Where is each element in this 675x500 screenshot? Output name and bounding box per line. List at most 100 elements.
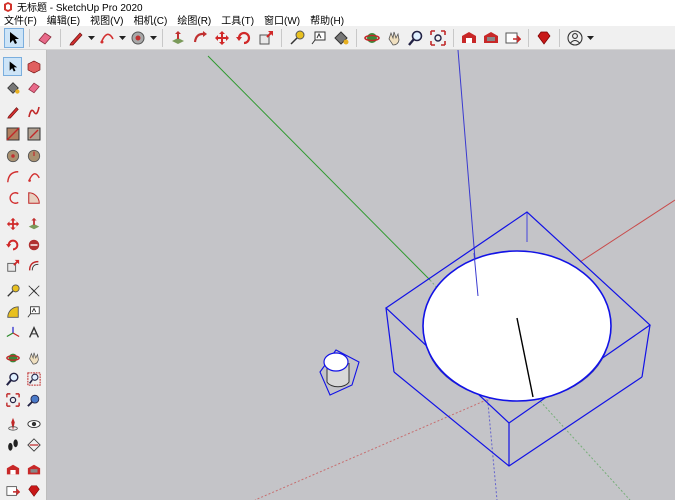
orbit-tool-button[interactable] bbox=[3, 348, 22, 367]
rotate-tool-button[interactable] bbox=[3, 235, 22, 254]
chevron-down-icon[interactable] bbox=[149, 28, 158, 48]
dimension-tool-button[interactable] bbox=[24, 281, 43, 300]
menu-tools[interactable]: 工具(T) bbox=[217, 12, 260, 27]
section-plane-tool-button[interactable] bbox=[24, 435, 43, 454]
offset-tool-button[interactable] bbox=[24, 256, 43, 275]
chevron-down-icon[interactable] bbox=[586, 28, 595, 48]
menu-file[interactable]: 文件(F) bbox=[0, 12, 43, 27]
tape-measure-icon bbox=[290, 30, 305, 45]
protractor-tool-button[interactable] bbox=[3, 302, 22, 321]
zoom-tool-button[interactable] bbox=[406, 28, 426, 48]
extension-manager-button[interactable] bbox=[534, 28, 554, 48]
extension-warehouse-button[interactable] bbox=[24, 460, 43, 479]
rotate-tool-button[interactable] bbox=[234, 28, 254, 48]
polygon-icon bbox=[27, 149, 40, 162]
3d-warehouse-button[interactable] bbox=[459, 28, 479, 48]
previous-view-tool-button[interactable] bbox=[24, 390, 43, 409]
rectangle-tool-button[interactable] bbox=[3, 124, 22, 143]
look-around-tool-button[interactable] bbox=[24, 414, 43, 433]
paint-bucket-tool-button[interactable] bbox=[331, 28, 351, 48]
layout-icon bbox=[5, 485, 20, 496]
select-tool-button[interactable] bbox=[4, 27, 24, 48]
zoom-tool-button[interactable] bbox=[3, 369, 22, 388]
eraser-icon bbox=[38, 31, 52, 45]
menu-view[interactable]: 视图(V) bbox=[86, 12, 129, 27]
three-point-arc-tool-button[interactable] bbox=[3, 188, 22, 207]
pan-tool-button[interactable] bbox=[384, 28, 404, 48]
scene-canvas[interactable] bbox=[47, 50, 675, 500]
modeling-viewport[interactable] bbox=[47, 50, 675, 500]
send-to-layout-button[interactable] bbox=[3, 481, 22, 500]
move-tool-button[interactable] bbox=[3, 214, 22, 233]
toolbar-separator bbox=[281, 28, 282, 47]
position-camera-tool-button[interactable] bbox=[3, 414, 22, 433]
zoom-window-tool-button[interactable] bbox=[24, 369, 43, 388]
extension-warehouse-button[interactable] bbox=[481, 28, 501, 48]
select-arrow-icon bbox=[9, 61, 17, 72]
line-tool-button[interactable] bbox=[3, 102, 22, 121]
orbit-tool-button[interactable] bbox=[362, 28, 382, 48]
pie-tool-button[interactable] bbox=[24, 188, 43, 207]
3d-warehouse-button[interactable] bbox=[3, 460, 22, 479]
send-to-layout-button[interactable] bbox=[503, 28, 523, 48]
large-cylinder[interactable] bbox=[422, 250, 612, 402]
select-tool-button[interactable] bbox=[3, 57, 22, 76]
arc-tool-button[interactable] bbox=[3, 167, 22, 186]
push-pull-tool-button[interactable] bbox=[24, 214, 43, 233]
zoom-extents-icon bbox=[5, 392, 20, 407]
tape-measure-tool-button[interactable] bbox=[3, 281, 22, 300]
offset-icon bbox=[28, 260, 38, 270]
ruby-gem-icon bbox=[27, 484, 40, 497]
rotate-icon bbox=[5, 239, 18, 250]
menu-window[interactable]: 窗口(W) bbox=[260, 12, 306, 27]
zoom-extents-tool-button[interactable] bbox=[3, 390, 22, 409]
pan-hand-icon bbox=[388, 31, 400, 45]
zoom-magnifier-icon bbox=[408, 30, 423, 46]
toolbar-separator bbox=[162, 28, 163, 47]
make-component-button[interactable] bbox=[24, 57, 43, 76]
menu-edit[interactable]: 编辑(E) bbox=[43, 12, 86, 27]
user-account-icon bbox=[567, 29, 583, 46]
follow-me-tool-button[interactable] bbox=[24, 235, 43, 254]
paint-bucket-icon bbox=[334, 30, 349, 45]
eraser-tool-button[interactable] bbox=[35, 28, 55, 48]
pencil-tool-button[interactable] bbox=[66, 28, 86, 48]
menu-draw[interactable]: 绘图(R) bbox=[173, 12, 217, 27]
two-point-arc-tool-button[interactable] bbox=[24, 167, 43, 186]
circle-tool-button[interactable] bbox=[3, 146, 22, 165]
axes-tool-button[interactable] bbox=[3, 323, 22, 342]
account-button[interactable] bbox=[565, 28, 585, 48]
rotated-rectangle-icon bbox=[27, 127, 40, 140]
move-tool-button[interactable] bbox=[212, 28, 232, 48]
polygon-tool-button[interactable] bbox=[24, 146, 43, 165]
pan-tool-button[interactable] bbox=[24, 348, 43, 367]
menu-help[interactable]: 帮助(H) bbox=[306, 12, 350, 27]
scale-tool-button[interactable] bbox=[3, 256, 22, 275]
scale-tool-button[interactable] bbox=[256, 28, 276, 48]
text-tool-button[interactable] bbox=[24, 302, 43, 321]
rotated-rectangle-tool-button[interactable] bbox=[24, 124, 43, 143]
tape-measure-icon bbox=[6, 283, 20, 297]
chevron-down-icon[interactable] bbox=[87, 28, 96, 48]
arc-tool-button[interactable] bbox=[97, 28, 117, 48]
freehand-tool-button[interactable] bbox=[24, 102, 43, 121]
footprints-icon bbox=[7, 438, 18, 451]
walk-tool-button[interactable] bbox=[3, 435, 22, 454]
extension-manager-button[interactable] bbox=[24, 481, 43, 500]
paint-bucket-tool-button[interactable] bbox=[3, 78, 22, 97]
chevron-down-icon[interactable] bbox=[118, 28, 127, 48]
3d-text-tool-button[interactable] bbox=[24, 323, 43, 342]
zoom-extents-tool-button[interactable] bbox=[428, 28, 448, 48]
push-pull-icon bbox=[172, 30, 184, 44]
select-arrow-icon bbox=[10, 31, 19, 44]
follow-me-tool-button[interactable] bbox=[190, 28, 210, 48]
tape-measure-tool-button[interactable] bbox=[287, 28, 307, 48]
eraser-tool-button[interactable] bbox=[24, 78, 43, 97]
circle-tool-button[interactable] bbox=[128, 28, 148, 48]
menu-camera[interactable]: 相机(C) bbox=[129, 12, 173, 27]
push-pull-tool-button[interactable] bbox=[168, 28, 188, 48]
warehouse-icon bbox=[6, 464, 19, 474]
text-tool-button[interactable] bbox=[309, 28, 329, 48]
scale-icon bbox=[259, 30, 273, 44]
warehouse-icon bbox=[462, 31, 476, 43]
